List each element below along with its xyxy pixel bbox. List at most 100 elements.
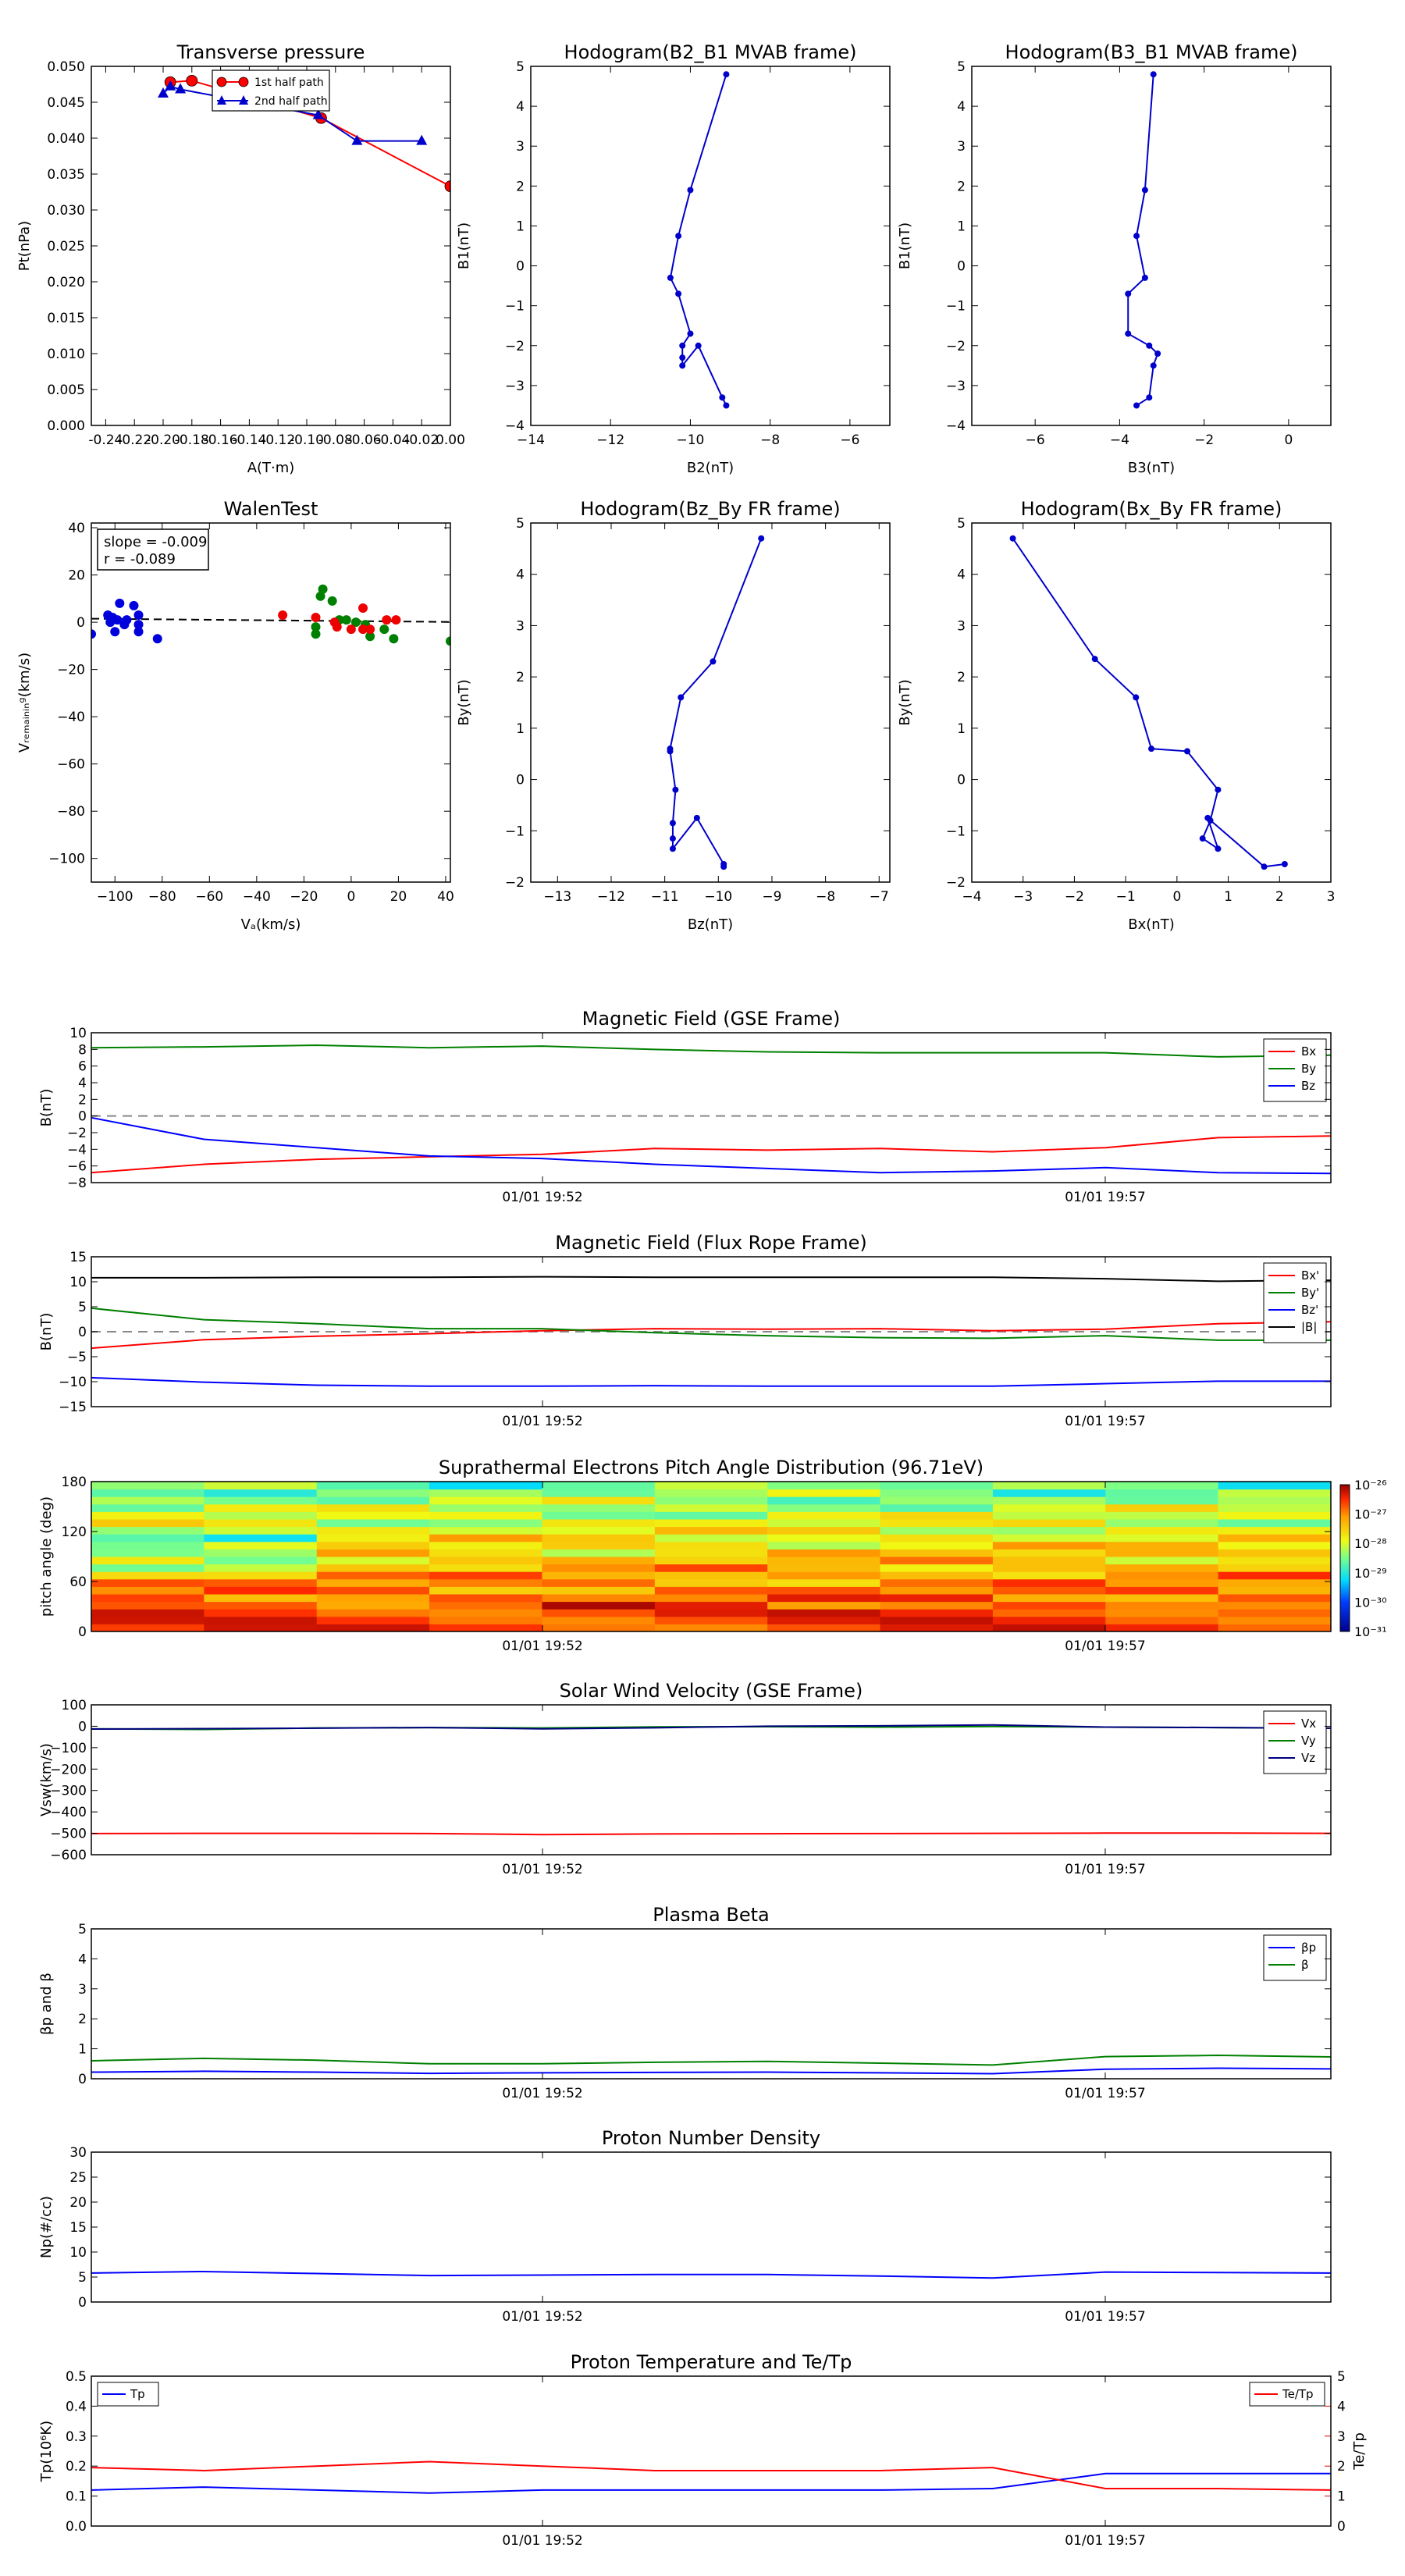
heatmap-cell — [1218, 1541, 1331, 1550]
legend-label: 2nd half path — [254, 95, 328, 108]
y-tick-label: 3 — [516, 618, 525, 634]
y-tick-label: −4 — [67, 1142, 87, 1158]
heatmap-cell — [429, 1549, 542, 1557]
heatmap-cell — [429, 1601, 542, 1610]
heatmap-cell — [767, 1503, 881, 1512]
y-tick-label: −10 — [59, 1375, 87, 1390]
x-tick-label: 2 — [1275, 889, 1284, 905]
legend-label: Bz — [1301, 1079, 1315, 1093]
heatmap-cell — [1105, 1564, 1219, 1572]
y-tick-label: −1 — [505, 299, 525, 315]
heatmap-cell — [880, 1557, 994, 1565]
y-tick-label: 3 — [957, 618, 966, 634]
series-point — [675, 233, 682, 240]
y-tick-label: 0 — [516, 259, 525, 275]
heatmap-cell — [767, 1609, 881, 1617]
legend-marker — [238, 76, 249, 87]
y-tick-label: 25 — [69, 2170, 87, 2186]
heatmap-cell — [1218, 1594, 1331, 1603]
chart-title: Proton Number Density — [602, 2127, 820, 2149]
y-tick-label: 0 — [78, 2072, 87, 2087]
heatmap-cell — [992, 1564, 1106, 1572]
y-tick-label: 4 — [78, 1076, 87, 1091]
heatmap-cell — [429, 1534, 542, 1542]
heatmap-cell — [767, 1557, 881, 1565]
y-axis-label: βp and β — [38, 1973, 55, 2035]
heatmap-cell — [880, 1624, 994, 1631]
heatmap-cell — [91, 1624, 205, 1631]
colorbar — [1339, 1484, 1350, 1632]
series-line — [91, 2460, 1331, 2491]
x-tick-label: −4 — [962, 889, 981, 905]
colorbar-tick-label: 10⁻²⁷ — [1354, 1507, 1387, 1522]
heatmap-cell — [767, 1534, 881, 1542]
axes-frame — [91, 1032, 1332, 1183]
legend-label: β — [1301, 1958, 1309, 1972]
series-point — [1148, 745, 1154, 753]
y-axis-label: B(nT) — [38, 1313, 55, 1351]
y-tick-label: 4 — [78, 1952, 87, 1967]
y-tick-label-right: 3 — [1337, 2429, 1346, 2445]
heatmap-cell — [316, 1571, 430, 1580]
y-tick-label: 0.015 — [47, 311, 85, 326]
series-point — [667, 274, 674, 281]
y-tick-label: −3 — [946, 379, 966, 394]
heatmap-cell — [316, 1616, 430, 1624]
x-tick-label: 01/01 19:57 — [1065, 1414, 1145, 1429]
heatmap-cell — [316, 1578, 430, 1587]
heatmap-cell — [880, 1503, 994, 1512]
heatmap-cell — [880, 1489, 994, 1497]
heatmap-cell — [767, 1489, 881, 1497]
heatmap-cell — [654, 1601, 768, 1610]
heatmap-cell — [654, 1534, 768, 1542]
y-tick-label: 2 — [516, 670, 525, 685]
heatmap-cell — [880, 1594, 994, 1603]
y-tick-label: 1 — [516, 721, 525, 737]
scatter-point — [358, 603, 368, 613]
colorbar-tick-label: 10⁻²⁹ — [1354, 1566, 1387, 1581]
heatmap-cell — [91, 1564, 205, 1572]
x-tick-label: −12 — [596, 432, 624, 448]
heatmap-cell — [1105, 1594, 1219, 1603]
heatmap-cell — [542, 1549, 656, 1557]
heatmap-cell — [429, 1564, 542, 1572]
legend-box — [1263, 1038, 1327, 1102]
y-tick-label: −1 — [946, 824, 966, 839]
heatmap-cell — [654, 1526, 768, 1535]
heatmap-cell — [91, 1519, 205, 1528]
heatmap-cell — [992, 1624, 1106, 1631]
heatmap-cell — [316, 1624, 430, 1631]
scatter-point — [332, 622, 342, 632]
heatmap-cell — [91, 1557, 205, 1565]
heatmap-cell — [880, 1482, 994, 1490]
y-tick-label: −500 — [50, 1827, 87, 1842]
series-point — [679, 342, 686, 349]
heatmap-cell — [767, 1511, 881, 1520]
y-tick-label: −8 — [67, 1176, 87, 1191]
y-tick-label: 0.035 — [47, 167, 85, 183]
heatmap-cell — [91, 1578, 205, 1587]
heatmap-cell — [91, 1534, 205, 1542]
y-tick-label: −4 — [946, 418, 966, 434]
heatmap-cell — [1218, 1586, 1331, 1595]
heatmap-cell — [542, 1541, 656, 1550]
y-tick-label: 0 — [78, 1325, 87, 1340]
heatmap-cell — [542, 1601, 656, 1610]
y-tick-label: −300 — [50, 1784, 87, 1799]
y-axis-label: B1(nT) — [897, 222, 913, 269]
heatmap-cell — [542, 1578, 656, 1587]
series-point — [1150, 71, 1157, 78]
heatmap-cell — [316, 1519, 430, 1528]
series-line — [91, 1116, 1331, 1175]
series-line — [91, 1276, 1331, 1283]
legend-label: Vz — [1301, 1751, 1315, 1765]
chart-panel-5: Hodogram(Bz_By FR frame)Bz(nT)By(nT)−13−… — [456, 498, 891, 933]
y-tick-label: 5 — [957, 516, 966, 532]
heatmap-cell — [91, 1511, 205, 1520]
heatmap-cell — [204, 1482, 318, 1490]
heatmap-cell — [654, 1489, 768, 1497]
heatmap-cell — [654, 1578, 768, 1587]
y-tick-label: 30 — [69, 2145, 87, 2161]
heatmap-cell — [429, 1496, 542, 1505]
heatmap-cell — [91, 1616, 205, 1624]
